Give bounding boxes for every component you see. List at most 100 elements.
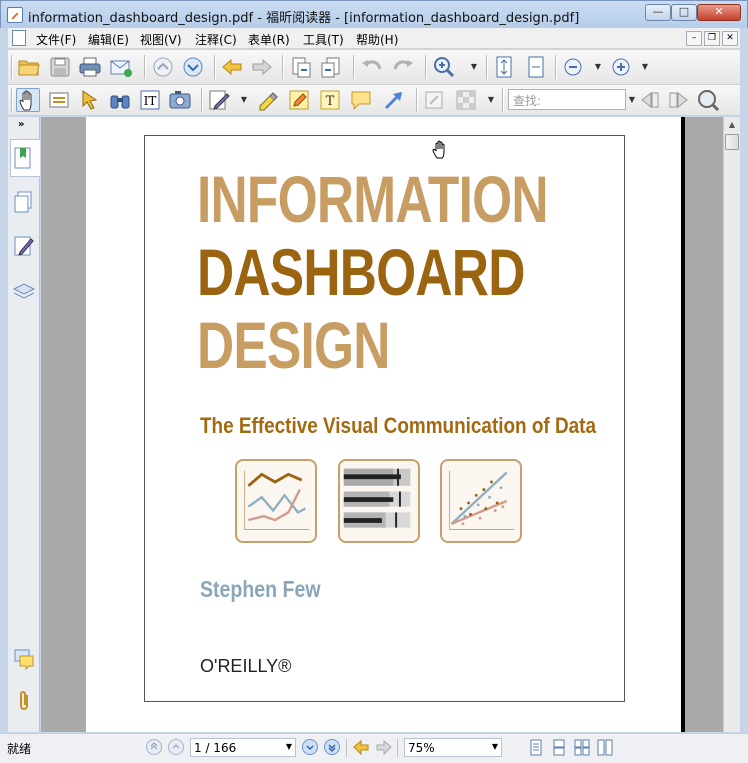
- fit-page-icon[interactable]: [492, 55, 516, 79]
- status-separator: [397, 739, 398, 757]
- hand-cursor-icon: [432, 139, 450, 159]
- text-box-icon[interactable]: T: [318, 88, 342, 112]
- toolbar-separator: [201, 88, 202, 112]
- page-number-field[interactable]: 1 / 166 ▼: [190, 738, 296, 757]
- redo-icon[interactable]: [391, 55, 415, 79]
- insert-pages-icon[interactable]: [319, 55, 343, 79]
- eraser-pattern-icon[interactable]: [454, 88, 478, 112]
- layers-icon[interactable]: [12, 279, 36, 303]
- document-viewport[interactable]: INFORMATION DASHBOARD DESIGN The Effecti…: [41, 117, 723, 732]
- collapse-panel-icon[interactable]: »: [18, 119, 24, 130]
- publisher-logo: O'REILLY®: [200, 656, 292, 676]
- zoom-out-dropdown[interactable]: ▼: [594, 55, 602, 79]
- menu-edit[interactable]: 编辑(E): [88, 31, 129, 48]
- menu-tools[interactable]: 工具(T): [303, 31, 344, 48]
- back-view-icon[interactable]: [353, 739, 369, 756]
- open-folder-icon[interactable]: [17, 55, 41, 79]
- menu-file[interactable]: 文件(F): [36, 31, 76, 48]
- facing-view-icon[interactable]: [574, 739, 590, 756]
- mdi-restore-button[interactable]: ❐: [704, 31, 720, 46]
- zoom-in-icon[interactable]: [609, 55, 633, 79]
- bookmarks-tab[interactable]: [10, 139, 40, 177]
- menu-view[interactable]: 视图(V): [140, 31, 182, 48]
- zoom-in-dropdown[interactable]: ▼: [641, 55, 649, 79]
- typewriter-icon[interactable]: IT: [138, 88, 162, 112]
- find-next-icon[interactable]: [667, 88, 691, 112]
- pages-thumbnails-icon[interactable]: [12, 190, 36, 214]
- search-magnifier-icon[interactable]: [696, 88, 720, 112]
- sticky-note-icon[interactable]: [287, 88, 311, 112]
- previous-page-status-icon[interactable]: [168, 739, 184, 755]
- title-bar: information_dashboard_design.pdf - 福昕阅读器…: [0, 0, 748, 28]
- zoom-in-magnifier-icon[interactable]: [432, 55, 456, 79]
- snapshot-camera-icon[interactable]: [168, 88, 192, 112]
- arrow-line-icon[interactable]: [382, 88, 406, 112]
- zoom-tool-dropdown[interactable]: ▼: [470, 55, 478, 79]
- toolbar-separator: [416, 88, 417, 112]
- mdi-close-button[interactable]: ✕: [722, 31, 738, 46]
- close-button[interactable]: ✕: [697, 4, 741, 21]
- annotations-panel-icon[interactable]: [12, 234, 36, 258]
- toolbar-separator: [502, 88, 503, 112]
- select-arrow-icon[interactable]: [78, 88, 102, 112]
- page-dropdown-icon[interactable]: ▼: [286, 742, 292, 751]
- menu-comment[interactable]: 注释(C): [195, 31, 237, 48]
- zoom-out-icon[interactable]: [561, 55, 585, 79]
- svg-text:T: T: [326, 94, 335, 109]
- binoculars-icon[interactable]: [108, 88, 132, 112]
- hand-tool-icon[interactable]: [16, 88, 40, 112]
- menu-form[interactable]: 表单(R): [248, 31, 290, 48]
- book-cover: INFORMATION DASHBOARD DESIGN The Effecti…: [144, 135, 625, 702]
- menu-help[interactable]: 帮助(H): [356, 31, 398, 48]
- window-title: information_dashboard_design.pdf - 福昕阅读器…: [28, 11, 580, 26]
- stamp-icon[interactable]: [422, 88, 446, 112]
- forward-view-icon[interactable]: [376, 739, 392, 756]
- scroll-up-arrow-icon[interactable]: ▲: [724, 117, 740, 133]
- mdi-minimize-button[interactable]: –: [686, 31, 702, 46]
- minimize-button[interactable]: —: [645, 4, 671, 21]
- zoom-level-field[interactable]: 75% ▼: [404, 738, 502, 757]
- single-page-view-icon[interactable]: [528, 739, 544, 756]
- continuous-view-icon[interactable]: [551, 739, 567, 756]
- save-icon[interactable]: [48, 55, 72, 79]
- pattern-dropdown[interactable]: ▼: [487, 88, 495, 112]
- toolbar-separator: [144, 55, 145, 79]
- status-text: 就绪: [7, 742, 32, 756]
- forward-arrow-icon[interactable]: [250, 55, 274, 79]
- last-page-icon[interactable]: [324, 739, 340, 755]
- page-edge: [681, 117, 685, 732]
- first-page-icon[interactable]: [146, 739, 162, 755]
- scatter-plot-illustration: [440, 459, 522, 543]
- select-text-icon[interactable]: [47, 88, 71, 112]
- previous-page-icon[interactable]: [151, 55, 175, 79]
- scrollbar-thumb[interactable]: [725, 134, 739, 150]
- find-options-dropdown[interactable]: ▼: [628, 88, 636, 112]
- maximize-button[interactable]: □: [671, 4, 697, 21]
- tools-toolbar: IT ▼ T ▼ 查找: ▼: [8, 85, 740, 116]
- find-input[interactable]: 查找:: [508, 89, 626, 110]
- callout-icon[interactable]: [349, 88, 373, 112]
- undo-icon[interactable]: [360, 55, 384, 79]
- back-arrow-icon[interactable]: [220, 55, 244, 79]
- find-previous-icon[interactable]: [638, 88, 662, 112]
- highlighter-icon[interactable]: [256, 88, 280, 112]
- note-dropdown[interactable]: ▼: [240, 88, 248, 112]
- continuous-facing-view-icon[interactable]: [597, 739, 613, 756]
- menu-bar: 文件(F) 编辑(E) 视图(V) 注释(C) 表单(R) 工具(T) 帮助(H…: [8, 28, 740, 49]
- document-icon[interactable]: [12, 30, 26, 46]
- note-pencil-icon[interactable]: [207, 88, 231, 112]
- fit-width-icon[interactable]: [524, 55, 548, 79]
- foxit-app-icon: [7, 7, 23, 23]
- attachments-paperclip-icon[interactable]: [12, 689, 36, 713]
- cover-title-line3: DESIGN: [197, 308, 390, 382]
- next-page-icon[interactable]: [181, 55, 205, 79]
- toolbar-separator: [425, 55, 426, 79]
- main-toolbar: ▼ ▼ ▼: [8, 50, 740, 85]
- print-icon[interactable]: [78, 55, 102, 79]
- zoom-dropdown-icon[interactable]: ▼: [492, 742, 498, 751]
- email-icon[interactable]: [109, 55, 133, 79]
- extract-pages-icon[interactable]: [289, 55, 313, 79]
- comments-list-icon[interactable]: [12, 647, 36, 671]
- next-page-status-icon[interactable]: [302, 739, 318, 755]
- vertical-scrollbar[interactable]: ▲: [723, 117, 740, 732]
